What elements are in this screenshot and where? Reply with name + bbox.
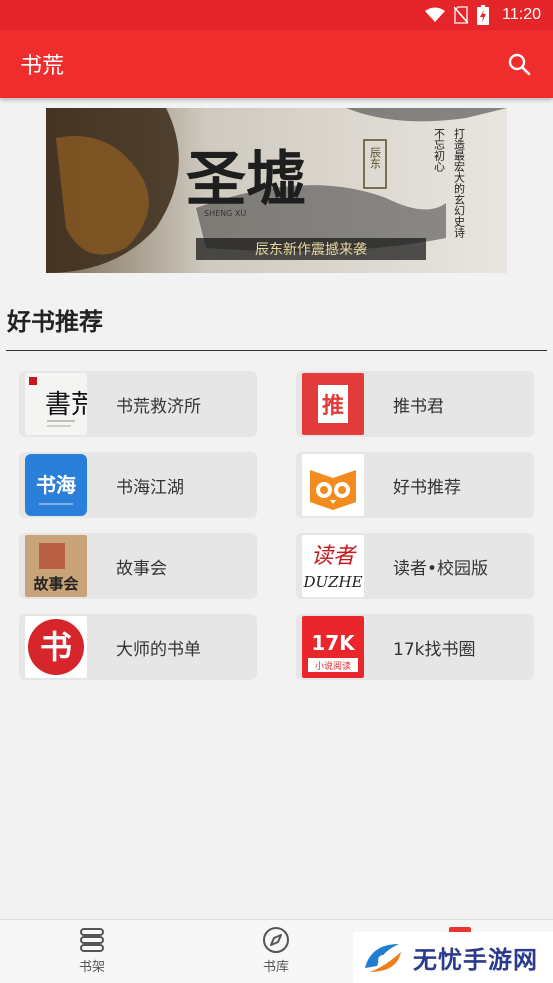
bookshelf-icon	[80, 928, 104, 952]
book-cover-17k: 17K 小说阅读	[302, 616, 364, 678]
status-bar: 11:20	[0, 0, 553, 30]
promo-banner[interactable]: 辰东新作震撼来袭 圣墟 SHENG XU 辰东 不忘初心 打造最宏大的玄幻史诗	[46, 108, 507, 273]
banner-art: 辰东新作震撼来袭 圣墟 SHENG XU 辰东 不忘初心 打造最宏大的玄幻史诗	[46, 108, 507, 273]
banner-author: 辰东	[369, 147, 382, 169]
book-item-duzhe-xiaoyuan[interactable]: 读者 DUZHE 读者•校园版	[296, 533, 534, 599]
nav-item-bookshelf[interactable]: 书架	[52, 926, 132, 975]
search-button[interactable]	[505, 50, 533, 78]
banner-slogan-1: 不忘初心	[433, 128, 446, 172]
book-name: 书海江湖	[116, 477, 184, 498]
book-cover-dashi-shudan: 书	[25, 616, 87, 678]
cover-subtext: 小说阅读	[315, 660, 351, 672]
nav-item-library[interactable]: 书库	[236, 926, 316, 975]
book-cover-tuishujun: 推	[302, 373, 364, 435]
app-title: 书荒	[20, 54, 65, 79]
battery-charging-icon	[477, 5, 490, 25]
watermark: 无忧手游网	[353, 932, 553, 983]
cover-text: 书海	[36, 473, 76, 497]
book-name: 好书推荐	[393, 477, 461, 498]
book-grid: 書荒 书荒救济所 推 推书君 书海 书海江湖 好书推荐 故事会 故事会 读者 DU…	[19, 371, 534, 680]
book-cover-duzhe-xiaoyuan: 读者 DUZHE	[302, 535, 364, 597]
book-item-shuhuang-jiujisuo[interactable]: 書荒 书荒救济所	[19, 371, 257, 437]
banner-slogan-2: 打造最宏大的玄幻史诗	[453, 127, 466, 238]
book-name: 读者•校园版	[393, 558, 489, 579]
nav-label-bookshelf: 书架	[78, 960, 105, 975]
section-divider	[6, 350, 547, 351]
book-item-gushihui[interactable]: 故事会 故事会	[19, 533, 257, 599]
cover-text: 推	[322, 394, 344, 419]
status-time: 11:20	[502, 6, 541, 23]
app-bar: 书荒	[0, 30, 553, 98]
book-cover-shuhuang-jiujisuo: 書荒	[25, 373, 87, 435]
book-name: 推书君	[393, 396, 444, 417]
book-item-dashi-shudan[interactable]: 书 大师的书单	[19, 614, 257, 680]
section-title: 好书推荐	[7, 308, 103, 336]
book-name: 故事会	[116, 558, 167, 579]
banner-title: 圣墟	[186, 145, 306, 215]
book-item-17k-zhaoshuquan[interactable]: 17K 小说阅读 17k找书圈	[296, 614, 534, 680]
book-cover-shuhai-jianghu: 书海	[25, 454, 87, 516]
search-icon	[508, 53, 531, 76]
cover-text: 17K	[311, 631, 356, 655]
watermark-text: 无忧手游网	[413, 946, 538, 974]
compass-icon	[263, 927, 289, 953]
cover-text: 故事会	[33, 575, 78, 593]
book-item-tuishujun[interactable]: 推 推书君	[296, 371, 534, 437]
banner-pinyin: SHENG XU	[204, 209, 246, 218]
no-sim-icon	[454, 6, 469, 24]
book-cover-haoshu-tuijian	[302, 454, 364, 516]
watermark-logo-icon	[365, 943, 401, 972]
cover-text: 书	[40, 628, 72, 666]
banner-tagline: 辰东新作震撼来袭	[255, 242, 367, 258]
owl-book-icon	[302, 454, 364, 516]
book-cover-gushihui: 故事会	[25, 535, 87, 597]
book-name: 大师的书单	[116, 639, 201, 660]
book-item-haoshu-tuijian[interactable]: 好书推荐	[296, 452, 534, 518]
cover-text: 读者	[311, 544, 358, 569]
book-name: 书荒救济所	[116, 396, 201, 417]
book-item-shuhai-jianghu[interactable]: 书海 书海江湖	[19, 452, 257, 518]
wifi-icon	[425, 7, 446, 22]
book-name: 17k找书圈	[393, 639, 476, 660]
cover-subtext: DUZHE	[302, 573, 362, 591]
nav-label-library: 书库	[262, 960, 289, 975]
cover-text: 書荒	[45, 390, 87, 420]
